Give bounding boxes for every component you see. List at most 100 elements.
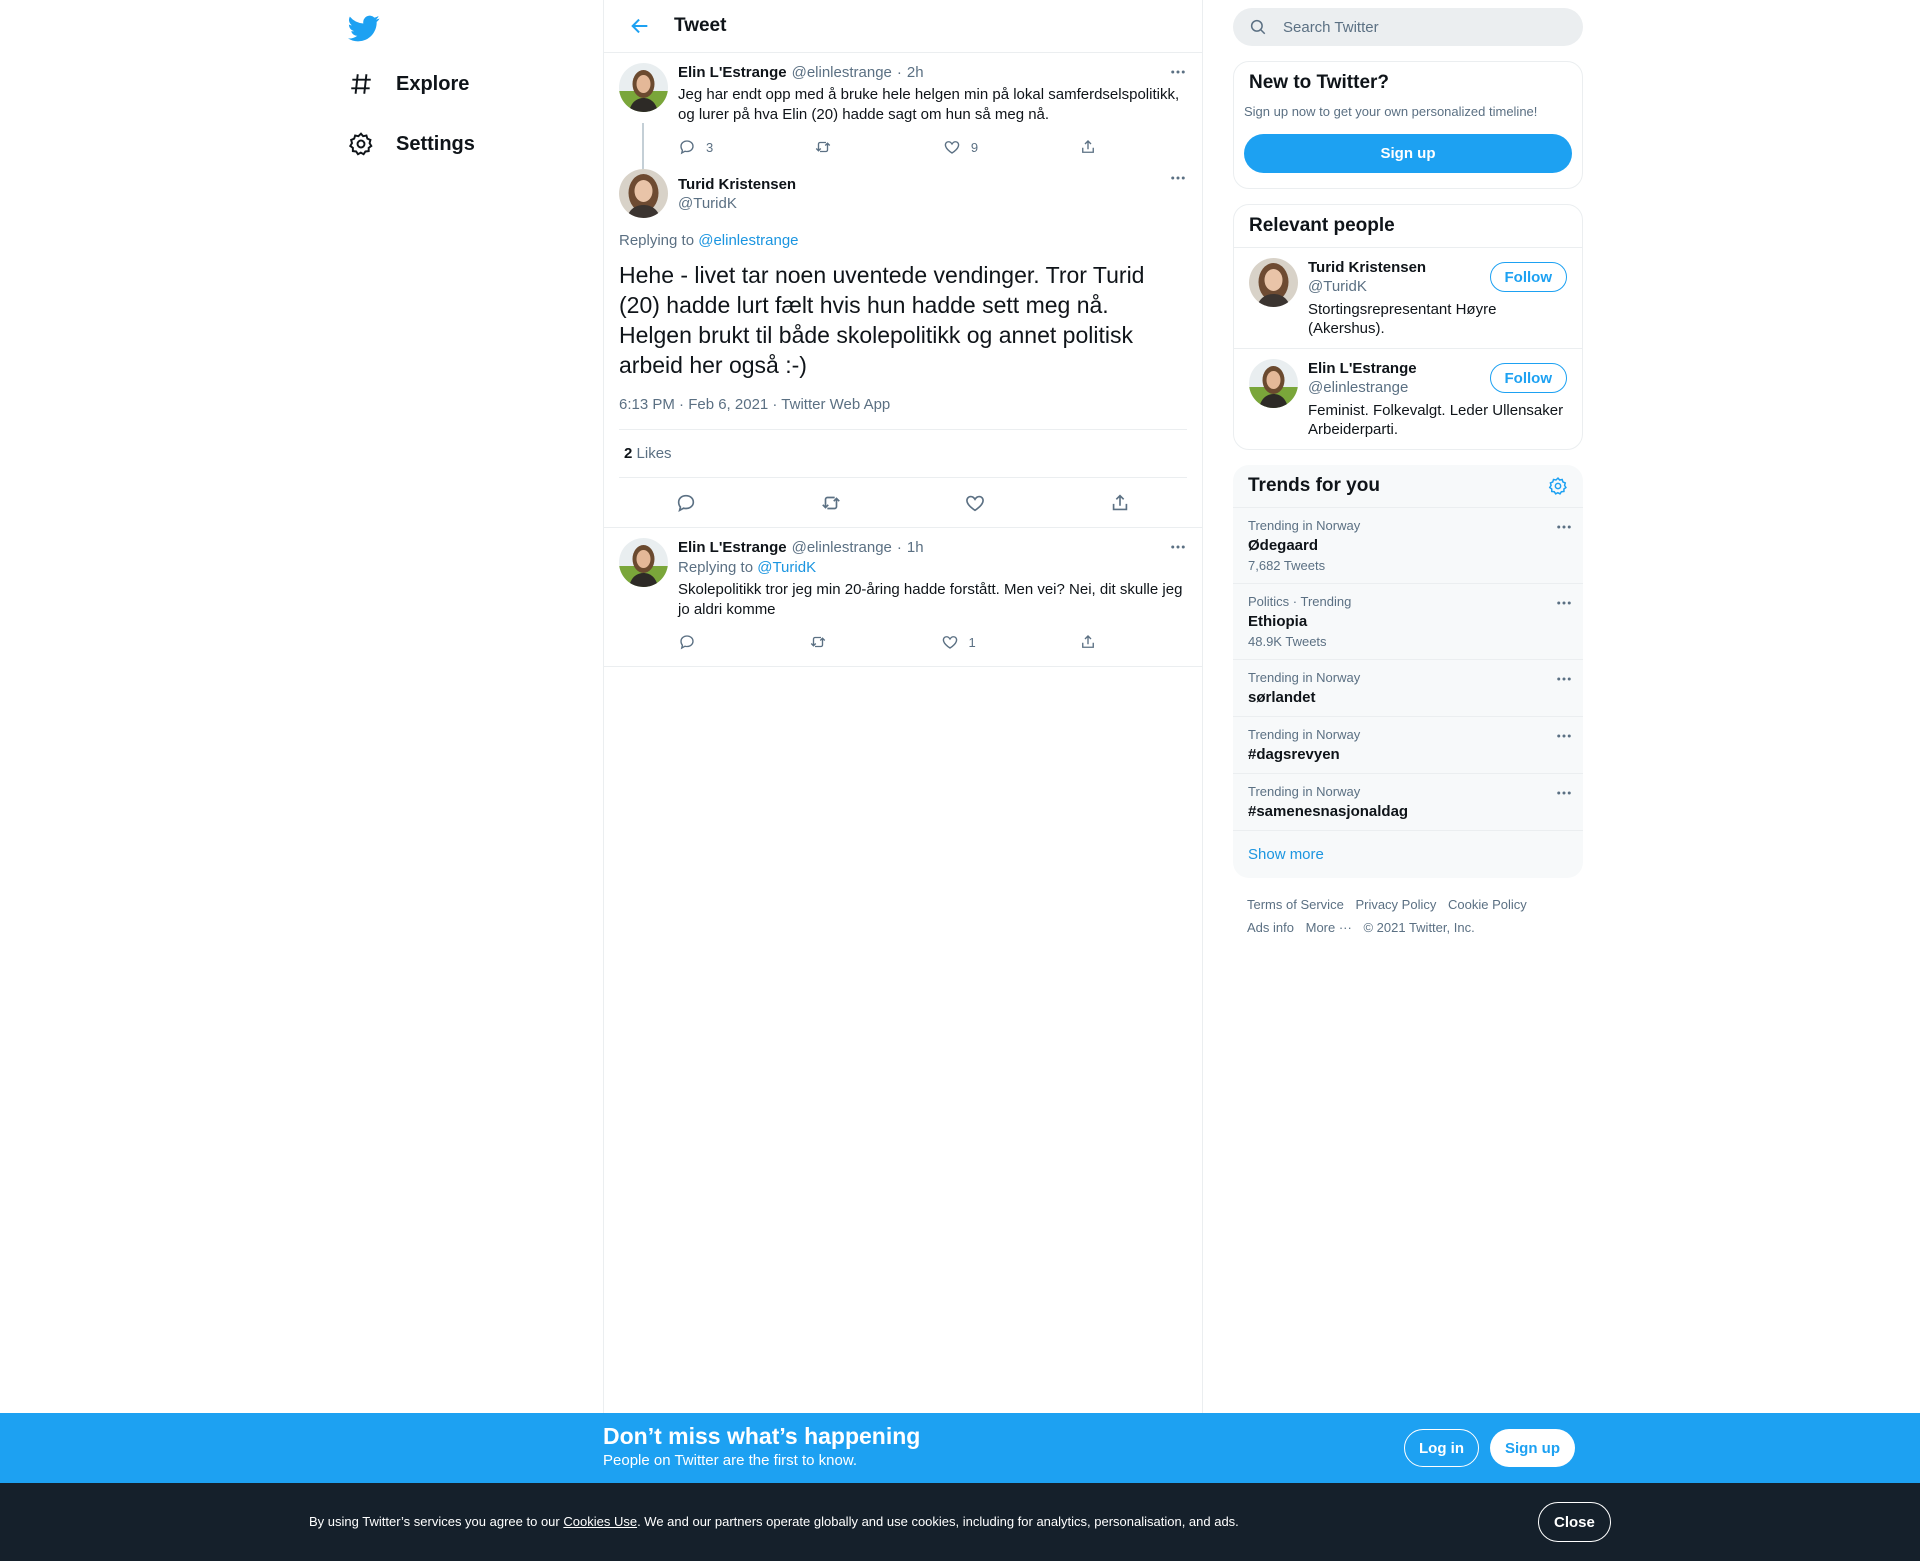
privacy-link[interactable]: Privacy Policy [1355, 897, 1436, 912]
cookie-link[interactable]: Cookie Policy [1448, 897, 1527, 912]
cookies-use-link[interactable]: Cookies Use [563, 1514, 637, 1529]
main-column: Tweet Elin L'Estrange @elinlestrange · 2… [603, 0, 1203, 1413]
signup-banner: Don’t miss what’s happening People on Tw… [0, 1413, 1920, 1483]
replying-to: Replying to @elinlestrange [619, 232, 1187, 249]
nav-settings-label: Settings [396, 132, 475, 155]
avatar[interactable] [1249, 359, 1298, 408]
like-count: 1 [968, 634, 976, 650]
banner-headline: Don’t miss what’s happening [603, 1423, 921, 1449]
avatar[interactable] [619, 169, 668, 218]
trend-name: Ethiopia [1248, 613, 1308, 630]
more-link[interactable]: More ··· [1306, 920, 1352, 935]
like-button[interactable]: 9 [943, 135, 978, 159]
card-subtitle: Sign up now to get your own personalized… [1244, 104, 1538, 119]
hashtag-icon [348, 71, 374, 97]
share-button[interactable] [1079, 135, 1097, 159]
follow-button[interactable]: Follow [1489, 262, 1567, 292]
gear-icon [348, 131, 374, 157]
search-icon [1249, 18, 1267, 36]
trend-item[interactable]: Trending in Norway Ødegaard 7,682 Tweets [1233, 508, 1583, 584]
ads-info-link[interactable]: Ads info [1247, 920, 1294, 935]
more-icon[interactable] [1169, 169, 1187, 187]
new-to-twitter-card: New to Twitter? Sign up now to get your … [1233, 61, 1583, 189]
replying-to-link[interactable]: @elinlestrange [698, 232, 798, 249]
twitter-logo-icon[interactable] [348, 12, 384, 48]
more-icon[interactable] [1169, 538, 1187, 556]
reply-button[interactable] [678, 630, 706, 654]
tweet-time[interactable]: 1h [907, 538, 924, 558]
share-icon [1079, 633, 1097, 651]
trend-context: Trending in Norway [1248, 518, 1361, 533]
trend-name: sørlandet [1248, 689, 1316, 706]
more-icon[interactable] [1555, 594, 1573, 612]
like-icon[interactable] [964, 492, 986, 514]
tweet-actions [604, 478, 1202, 528]
like-button[interactable]: 1 [941, 630, 976, 654]
trend-context: Trending in Norway [1248, 727, 1361, 742]
share-button[interactable] [1079, 630, 1097, 654]
reply-icon [678, 138, 696, 156]
like-icon [941, 633, 959, 651]
trend-item[interactable]: Trending in Norway #dagsrevyen [1233, 717, 1583, 774]
replying-to: Replying to @TuridK [678, 558, 1187, 578]
reply-icon [678, 633, 696, 651]
more-icon[interactable] [1555, 727, 1573, 745]
trend-item[interactable]: Trending in Norway #samenesnasjonaldag [1233, 774, 1583, 831]
show-more-link[interactable]: Show more [1233, 831, 1583, 878]
trend-count: 7,682 Tweets [1248, 558, 1326, 573]
tweet-meta[interactable]: 6:13 PM · Feb 6, 2021 · Twitter Web App [619, 396, 1187, 430]
person-item[interactable]: Turid Kristensen @TuridK Stortingsrepres… [1234, 247, 1582, 348]
trend-item[interactable]: Trending in Norway sørlandet [1233, 660, 1583, 717]
close-button[interactable]: Close [1538, 1502, 1611, 1542]
tweet-actions: 1 [678, 630, 1187, 654]
trends-card: Trends for you Trending in Norway Ødegaa… [1233, 465, 1583, 878]
share-icon[interactable] [1109, 492, 1131, 514]
retweet-icon[interactable] [820, 492, 842, 514]
person-item[interactable]: Elin L'Estrange @elinlestrange Feminist.… [1234, 348, 1582, 449]
relevant-people-card: Relevant people Turid Kristensen @TuridK… [1233, 204, 1583, 450]
author-name[interactable]: Elin L'Estrange [678, 538, 787, 558]
likes-summary[interactable]: 2 Likes [619, 430, 1187, 478]
sign-up-button[interactable]: Sign up [1244, 134, 1572, 173]
nav-settings[interactable]: Settings [348, 116, 475, 172]
back-button[interactable] [612, 15, 668, 37]
reply-icon[interactable] [675, 492, 697, 514]
trend-item[interactable]: Politics · Trending Ethiopia 48.9K Tweet… [1233, 584, 1583, 660]
trend-name: #dagsrevyen [1248, 746, 1340, 763]
person-bio: Feminist. Folkevalgt. Leder Ullensaker A… [1308, 402, 1564, 438]
banner-subtitle: People on Twitter are the first to know. [603, 1452, 858, 1469]
more-icon[interactable] [1555, 670, 1573, 688]
tweet-time[interactable]: 2h [907, 63, 924, 83]
nav-explore[interactable]: Explore [348, 56, 469, 112]
more-icon[interactable] [1169, 63, 1187, 81]
more-icon[interactable] [1555, 784, 1573, 802]
author-name[interactable]: Elin L'Estrange [678, 63, 787, 83]
search-box[interactable] [1233, 8, 1583, 46]
author-handle[interactable]: @elinlestrange [792, 538, 892, 558]
reply-tweet[interactable]: Elin L'Estrange @elinlestrange · 1h Repl… [604, 528, 1202, 667]
cookie-text: By using Twitter’s services you agree to… [309, 1514, 1239, 1529]
sign-up-button[interactable]: Sign up [1490, 1429, 1575, 1467]
retweet-button[interactable] [809, 630, 837, 654]
card-title: New to Twitter? [1249, 72, 1390, 93]
avatar[interactable] [619, 538, 668, 587]
avatar[interactable] [619, 63, 668, 112]
author-handle[interactable]: @elinlestrange [792, 63, 892, 83]
like-count: 9 [970, 139, 979, 155]
replying-prefix: Replying to [678, 559, 754, 576]
avatar[interactable] [1249, 258, 1298, 307]
author-handle[interactable]: @TuridK [678, 195, 796, 212]
replying-to-link[interactable]: @TuridK [757, 559, 816, 576]
retweet-button[interactable] [814, 135, 842, 159]
search-input[interactable] [1283, 18, 1543, 36]
reply-button[interactable]: 3 [678, 135, 713, 159]
gear-icon[interactable] [1548, 476, 1568, 496]
more-icon[interactable] [1555, 518, 1573, 536]
trend-name: Ødegaard [1248, 537, 1319, 554]
author-name[interactable]: Turid Kristensen [678, 176, 796, 193]
log-in-button[interactable]: Log in [1404, 1429, 1479, 1467]
likes-label: Likes [636, 445, 672, 462]
follow-button[interactable]: Follow [1489, 363, 1567, 393]
terms-link[interactable]: Terms of Service [1247, 897, 1344, 912]
parent-tweet[interactable]: Elin L'Estrange @elinlestrange · 2h Jeg … [604, 53, 1202, 217]
